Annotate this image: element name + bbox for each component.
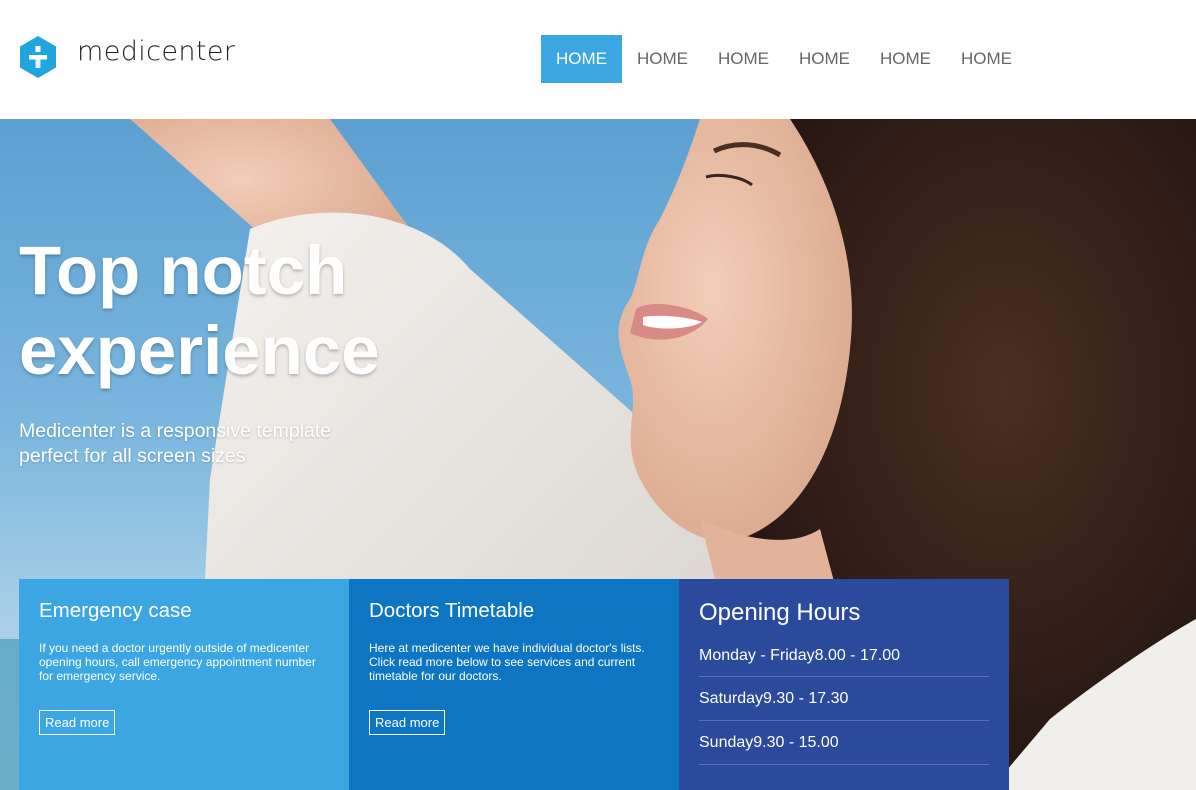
hours-row: Monday - Friday 8.00 - 17.00: [699, 635, 989, 677]
nav-item-home-1[interactable]: HOME: [541, 35, 622, 83]
emergency-box: Emergency case If you need a doctor urge…: [19, 579, 349, 790]
nav-item-home-4[interactable]: HOME: [784, 35, 865, 83]
logo-link[interactable]: medicenter: [18, 35, 235, 79]
hero-title: Top notch experience: [19, 231, 579, 391]
hero-title-line-2: experience: [19, 312, 380, 389]
hours-time: 8.00 - 17.00: [814, 646, 900, 664]
emergency-text: If you need a doctor urgently outside of…: [39, 641, 316, 683]
timetable-text: Here at medicenter we have individual do…: [369, 641, 645, 683]
hero-title-line-1: Top notch: [19, 232, 348, 309]
hours-day: Sunday: [699, 733, 754, 751]
nav-item-home-6[interactable]: HOME: [946, 35, 1027, 83]
main-nav: HOME HOME HOME HOME HOME HOME: [541, 35, 1027, 83]
brand-name: medicenter: [77, 35, 236, 67]
nav-item-home-5[interactable]: HOME: [865, 35, 946, 83]
nav-item-home-3[interactable]: HOME: [703, 35, 784, 83]
hero-subtitle-line-1: Medicenter is a responsive template: [19, 420, 332, 442]
hours-time: 9.30 - 15.00: [753, 733, 839, 751]
opening-hours-box: Opening Hours Monday - Friday 8.00 - 17.0…: [679, 579, 1009, 790]
hours-row: Sunday 9.30 - 15.00: [699, 721, 989, 765]
hours-day: Monday - Friday: [699, 646, 815, 664]
hero-subtitle-line-2: perfect for all screen sizes: [19, 445, 246, 467]
plus-hexagon-icon: [20, 36, 56, 78]
hours-row: Saturday 9.30 - 17.30: [699, 677, 989, 721]
timetable-box: Doctors Timetable Here at medicenter we …: [349, 579, 679, 790]
emergency-title: Emergency case: [39, 599, 192, 622]
emergency-read-more-button[interactable]: Read more: [39, 710, 116, 735]
info-boxes: Emergency case If you need a doctor urge…: [19, 579, 1009, 790]
nav-item-home-2[interactable]: HOME: [622, 35, 703, 83]
hours-day: Saturday: [699, 689, 764, 707]
opening-hours-title: Opening Hours: [699, 599, 861, 626]
timetable-read-more-button[interactable]: Read more: [369, 710, 446, 735]
site-header: medicenter HOME HOME HOME HOME HOME HOME: [0, 0, 1196, 119]
hours-time: 9.30 - 17.30: [763, 689, 849, 707]
hero-subtitle: Medicenter is a responsive template perf…: [19, 419, 379, 469]
timetable-title: Doctors Timetable: [369, 599, 535, 622]
